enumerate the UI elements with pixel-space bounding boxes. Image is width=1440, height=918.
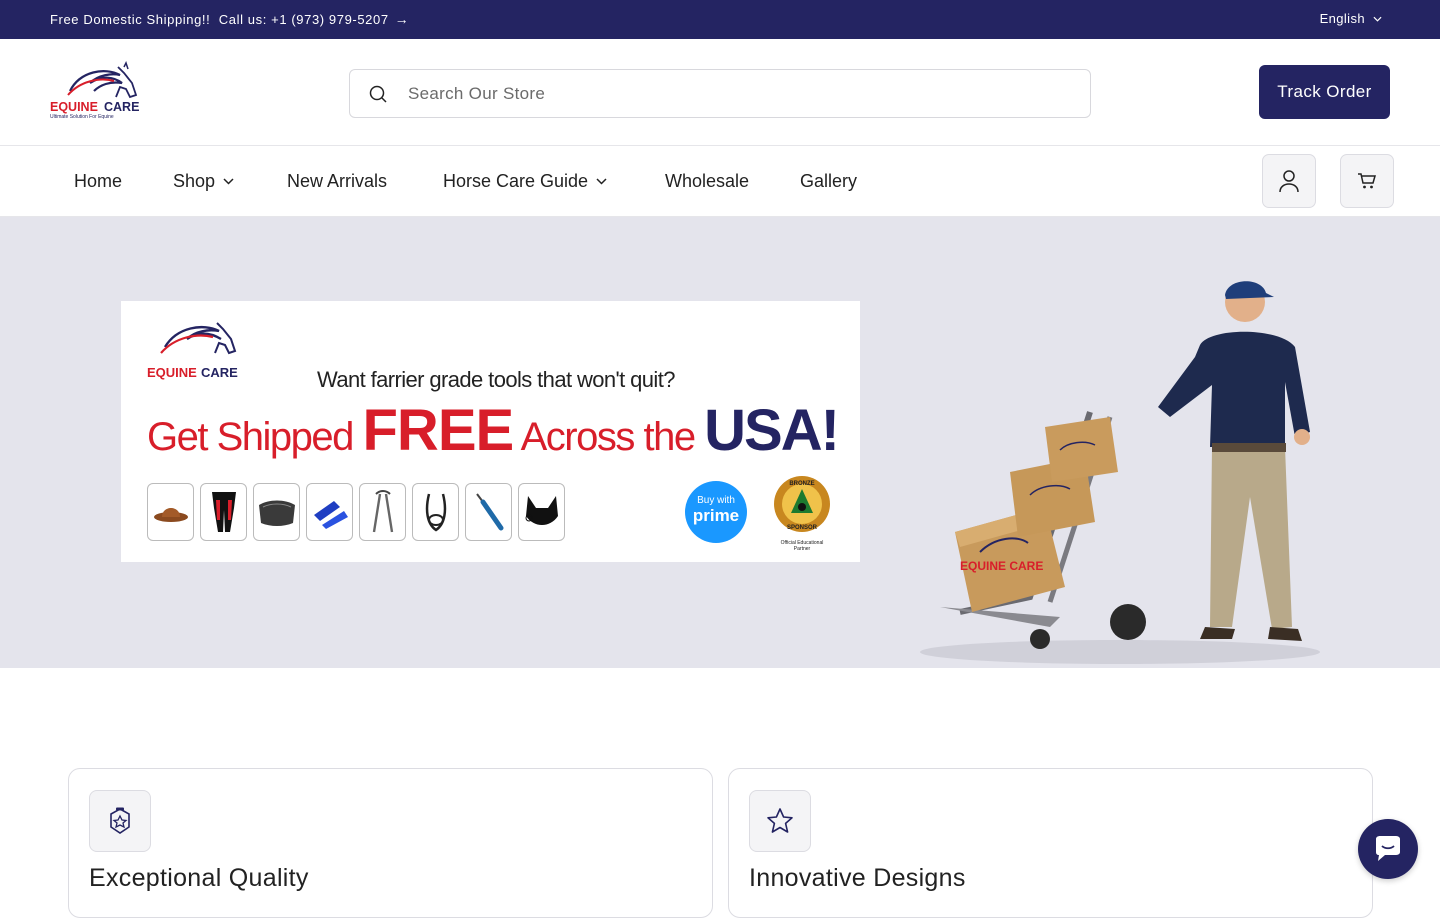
logo-text-care: CARE xyxy=(104,100,139,114)
feature-card-quality: Exceptional Quality xyxy=(68,768,713,918)
buy-with-prime-badge: Buy with prime xyxy=(685,481,747,543)
search-bar xyxy=(349,69,1091,118)
nav-item-horse-care-guide[interactable]: Horse Care Guide xyxy=(443,171,607,192)
bronze-sponsor-badge: BRONZE SPONSOR Official Educational Part… xyxy=(773,475,831,552)
sponsor-line-1: BRONZE xyxy=(789,481,814,487)
hoof-nipper-icon xyxy=(359,483,406,541)
star-icon xyxy=(767,808,793,833)
nav-item-label: New Arrivals xyxy=(287,171,388,191)
logo-text-equine: EQUINE xyxy=(147,365,197,380)
nav-item-label: Wholesale xyxy=(665,171,750,191)
logo-text-care: CARE xyxy=(201,365,238,380)
nav-item-gallery[interactable]: Gallery xyxy=(800,171,857,192)
site-header: EQUINE CARE Ultimate Solution For Equine… xyxy=(0,39,1440,146)
nav-item-new-arrivals[interactable]: New Arrivals xyxy=(287,171,387,192)
chevron-down-icon xyxy=(1373,16,1382,22)
arrow-right-icon: → xyxy=(394,11,410,27)
language-selector[interactable]: English xyxy=(1320,11,1382,26)
ear-bonnet-icon xyxy=(518,483,565,541)
headline-part-4: USA! xyxy=(704,398,840,463)
cart-button[interactable] xyxy=(1340,154,1394,208)
account-button[interactable] xyxy=(1262,154,1316,208)
saddle-pad-icon xyxy=(253,483,300,541)
nav-item-label: Gallery xyxy=(800,171,858,191)
sponsor-caption: Official Educational Partner xyxy=(780,540,824,552)
hero-banner[interactable]: EQUINE CARE Want farrier grade tools tha… xyxy=(0,217,1440,668)
chat-bubble-icon xyxy=(1376,836,1400,861)
chevron-down-icon xyxy=(596,178,607,185)
chat-widget-button[interactable] xyxy=(1358,819,1418,879)
feature-icon-box xyxy=(89,790,151,852)
sponsor-line-2: SPONSOR xyxy=(787,525,818,531)
equine-care-logo: EQUINE CARE xyxy=(147,322,238,380)
prime-line-2: prime xyxy=(692,506,740,525)
noseband-icon xyxy=(412,483,459,541)
product-thumbnails xyxy=(147,483,565,541)
nav-item-wholesale[interactable]: Wholesale xyxy=(665,171,749,192)
language-label: English xyxy=(1319,11,1365,26)
bandage-icon xyxy=(306,483,353,541)
nav-item-shop[interactable]: Shop xyxy=(173,171,234,192)
prime-line-1: Buy with xyxy=(697,495,735,506)
sponsor-medal-icon: BRONZE SPONSOR xyxy=(774,476,830,532)
feature-card-designs: Innovative Designs xyxy=(728,768,1373,918)
feature-title: Exceptional Quality xyxy=(89,864,309,892)
nav-item-home[interactable]: Home xyxy=(74,171,122,192)
cart-icon xyxy=(1358,173,1376,189)
nav-item-label: Horse Care Guide xyxy=(443,171,589,191)
headline-part-1: Get Shipped xyxy=(147,415,363,459)
account-icon xyxy=(1279,170,1299,193)
headline-part-3: Across the xyxy=(513,415,705,459)
announcement-text: Free Domestic Shipping!! Call us: +1 (97… xyxy=(50,11,389,27)
logo-text-equine: EQUINE xyxy=(50,100,98,114)
nav-item-label: Home xyxy=(74,171,123,191)
search-icon[interactable] xyxy=(368,84,388,104)
headline-part-2: FREE xyxy=(362,398,515,463)
search-input[interactable] xyxy=(408,70,1068,117)
hat-icon xyxy=(147,483,194,541)
main-nav: Home Shop New Arrivals Horse Care Guide … xyxy=(0,146,1440,217)
track-order-button[interactable]: Track Order xyxy=(1259,65,1390,119)
banner-tagline: Want farrier grade tools that won't quit… xyxy=(317,367,675,392)
quality-badge-icon xyxy=(110,807,130,834)
logo-tagline: Ultimate Solution For Equine xyxy=(50,114,114,120)
announcement-link[interactable]: Free Domestic Shipping!! Call us: +1 (97… xyxy=(50,11,409,27)
hoof-pick-icon xyxy=(465,483,512,541)
chaps-icon xyxy=(200,483,247,541)
feature-icon-box xyxy=(749,790,811,852)
chevron-down-icon xyxy=(223,178,234,185)
promo-banner: EQUINE CARE Want farrier grade tools tha… xyxy=(121,301,860,562)
delivery-man-illustration: EQUINE CARE xyxy=(920,281,1320,664)
banner-headline: Get Shipped FREE Across the USA! xyxy=(147,397,840,464)
nav-item-label: Shop xyxy=(173,171,216,191)
equine-care-logo[interactable]: EQUINE CARE Ultimate Solution For Equine xyxy=(50,61,142,121)
box-label: EQUINE CARE xyxy=(960,559,1043,573)
announcement-bar: Free Domestic Shipping!! Call us: +1 (97… xyxy=(0,0,1440,39)
feature-title: Innovative Designs xyxy=(749,864,966,892)
